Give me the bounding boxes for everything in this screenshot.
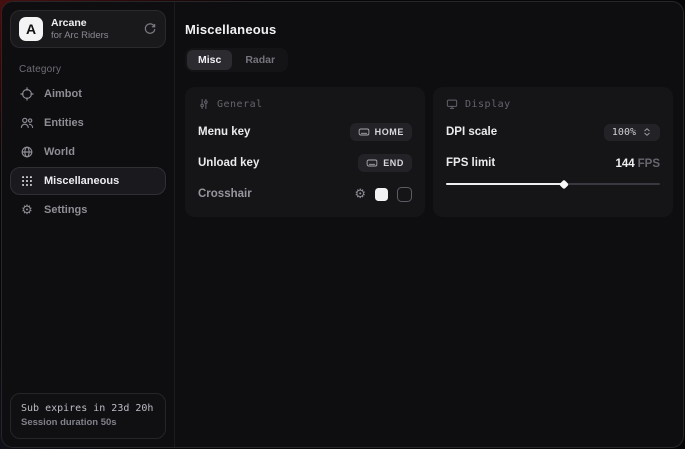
menu-key-value: HOME xyxy=(375,127,404,137)
keyboard-icon xyxy=(358,126,370,138)
crosshair-settings-gear-icon[interactable]: ⚙ xyxy=(354,188,366,201)
session-duration-text: Session duration 50s xyxy=(21,416,155,431)
menu-key-row: Menu key HOME xyxy=(198,123,412,141)
general-card-title: General xyxy=(217,99,263,110)
dpi-scale-select[interactable]: 100% xyxy=(604,124,660,141)
globe-icon xyxy=(20,145,34,159)
fps-limit-label: FPS limit xyxy=(446,157,495,169)
tab-misc[interactable]: Misc xyxy=(187,50,232,70)
sidebar: A Arcane for Arc Riders Category Aimbot xyxy=(2,2,175,447)
gear-icon: ⚙ xyxy=(20,204,34,217)
crosshair-checkbox[interactable] xyxy=(397,187,412,202)
sidebar-item-label: Aimbot xyxy=(44,88,82,100)
crosshair-color-swatch[interactable] xyxy=(375,188,388,201)
menu-key-label: Menu key xyxy=(198,126,250,138)
sidebar-item-label: Miscellaneous xyxy=(44,175,119,187)
app-titles: Arcane for Arc Riders xyxy=(51,17,135,41)
sidebar-item-world[interactable]: World xyxy=(10,138,166,166)
slider-fill xyxy=(446,183,564,185)
dpi-scale-label: DPI scale xyxy=(446,126,497,138)
category-label: Category xyxy=(19,64,157,75)
fps-limit-slider[interactable] xyxy=(446,179,660,189)
dpi-scale-value: 100% xyxy=(612,127,636,138)
display-card-title: Display xyxy=(465,99,511,110)
general-card-header: General xyxy=(198,98,412,110)
unload-key-button[interactable]: END xyxy=(358,154,412,172)
sidebar-item-miscellaneous[interactable]: Miscellaneous xyxy=(10,167,166,195)
page-title: Miscellaneous xyxy=(185,22,673,37)
sidebar-item-settings[interactable]: ⚙ Settings xyxy=(10,196,166,224)
app-subtitle: for Arc Riders xyxy=(51,30,135,41)
monitor-icon xyxy=(446,98,458,110)
crosshair-row: Crosshair ⚙ xyxy=(198,185,412,203)
display-card: Display DPI scale 100% FPS limit 144 FPS xyxy=(433,87,673,217)
crosshair-label: Crosshair xyxy=(198,188,252,200)
menu-key-button[interactable]: HOME xyxy=(350,123,412,141)
users-icon xyxy=(20,116,34,130)
main-content: Miscellaneous Misc Radar General xyxy=(175,2,684,447)
sidebar-item-aimbot[interactable]: Aimbot xyxy=(10,80,166,108)
sub-expiry-text: Sub expires in 23d 20h xyxy=(21,401,155,417)
slider-thumb[interactable] xyxy=(559,179,569,189)
app-window: A Arcane for Arc Riders Category Aimbot xyxy=(1,1,684,448)
sliders-icon xyxy=(198,98,210,110)
sidebar-item-entities[interactable]: Entities xyxy=(10,109,166,137)
app-title: Arcane xyxy=(51,17,135,30)
sidebar-item-label: Entities xyxy=(44,117,84,129)
cards-row: General Menu key HOME Unload key xyxy=(185,87,673,217)
tab-group: Misc Radar xyxy=(185,48,288,72)
fps-limit-value-group: 144 FPS xyxy=(615,154,660,172)
unload-key-row: Unload key END xyxy=(198,154,412,172)
tab-radar[interactable]: Radar xyxy=(234,50,286,70)
general-card: General Menu key HOME Unload key xyxy=(185,87,425,217)
chevrons-up-down-icon xyxy=(642,127,652,137)
app-logo: A xyxy=(19,17,43,41)
fps-limit-row: FPS limit 144 FPS xyxy=(446,154,660,172)
fps-limit-value: 144 xyxy=(615,158,634,170)
unload-key-label: Unload key xyxy=(198,157,259,169)
unload-key-value: END xyxy=(383,158,404,168)
crosshair-icon xyxy=(20,87,34,101)
sidebar-item-label: World xyxy=(44,146,75,158)
crosshair-controls: ⚙ xyxy=(354,187,412,202)
keyboard-icon xyxy=(366,157,378,169)
refresh-icon[interactable] xyxy=(143,22,157,36)
subscription-info-card: Sub expires in 23d 20h Session duration … xyxy=(10,393,166,439)
grid-dots-icon xyxy=(20,174,34,188)
fps-limit-unit: FPS xyxy=(638,158,660,170)
display-card-header: Display xyxy=(446,98,660,110)
sidebar-header-card: A Arcane for Arc Riders xyxy=(10,10,166,48)
desktop-backdrop: { "window": { "backdrop_glow_color": "#5… xyxy=(0,0,685,449)
sidebar-item-label: Settings xyxy=(44,204,87,216)
dpi-scale-row: DPI scale 100% xyxy=(446,123,660,141)
